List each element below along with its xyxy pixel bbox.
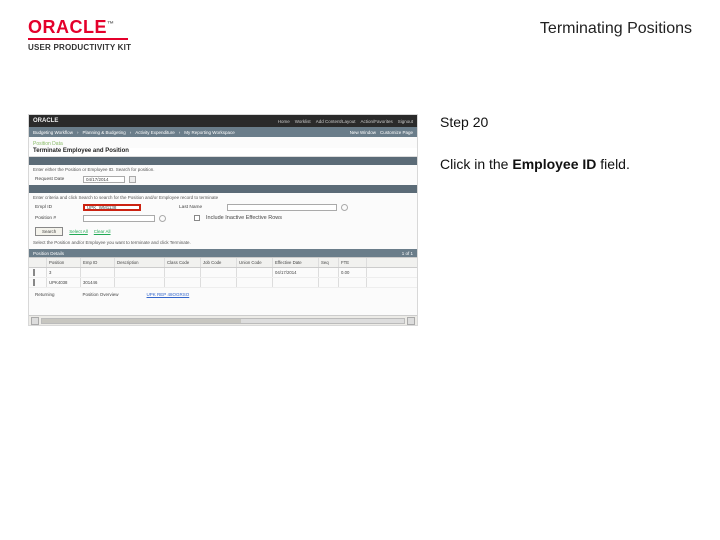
nav-customize[interactable]: Customize Page bbox=[380, 130, 413, 135]
position-overview-link[interactable]: UPK REP 48OGRSO bbox=[147, 292, 190, 297]
col-empid[interactable]: Emp ID bbox=[81, 258, 115, 267]
row1-union bbox=[237, 268, 273, 277]
col-effdate[interactable]: Effective Date bbox=[273, 258, 319, 267]
nav-item-3[interactable]: My Reporting Workspace bbox=[184, 130, 234, 135]
search-button[interactable]: Search bbox=[35, 227, 63, 236]
last-name-input[interactable] bbox=[227, 204, 337, 211]
app-top-tools: Home Worklist Add Content/Layout Action/… bbox=[278, 119, 413, 124]
row1-effdate: 04/17/2014 bbox=[273, 268, 319, 277]
app-brand: ORACLE bbox=[33, 118, 58, 124]
instruction-text: Click in the Employee ID field. bbox=[440, 156, 692, 172]
position-details-label: Position Details bbox=[33, 251, 64, 256]
emp-id-label: Empl ID bbox=[35, 205, 79, 210]
employee-id-input[interactable]: UPK_WM1138 bbox=[83, 204, 141, 211]
col-check bbox=[29, 258, 47, 267]
row2-fte bbox=[339, 278, 367, 287]
nav-item-0[interactable]: Budgeting Workflow bbox=[33, 130, 73, 135]
col-jobcode[interactable]: Job Code bbox=[201, 258, 237, 267]
grid-row-1[interactable]: 3 04/17/2014 0.00 bbox=[29, 268, 417, 278]
col-class[interactable]: Class Code bbox=[165, 258, 201, 267]
row1-fte: 0.00 bbox=[339, 268, 367, 277]
row1-class bbox=[165, 268, 201, 277]
help-text: Select the Position and/or Employee you … bbox=[29, 238, 417, 247]
row2-checkbox[interactable] bbox=[33, 279, 35, 286]
row1-empid bbox=[81, 268, 115, 277]
col-position[interactable]: Position bbox=[47, 258, 81, 267]
row1-desc bbox=[115, 268, 165, 277]
tool-signout[interactable]: Signout bbox=[398, 119, 413, 124]
app-screenshot: ORACLE Home Worklist Add Content/Layout … bbox=[28, 114, 418, 326]
position-overview-label: Position Overview bbox=[83, 292, 119, 297]
row1-checkbox[interactable] bbox=[33, 269, 35, 276]
position-details-bar: Position Details 1 of 1 bbox=[29, 249, 417, 257]
include-inactive-label: Include Inactive Effective Rows bbox=[206, 215, 282, 221]
tool-worklist[interactable]: Worklist bbox=[295, 119, 311, 124]
include-inactive-checkbox[interactable] bbox=[194, 215, 200, 221]
oracle-underline bbox=[28, 38, 128, 40]
grid-row-2[interactable]: UPK4038 301446 bbox=[29, 278, 417, 288]
document-title: Terminating Positions bbox=[540, 18, 692, 38]
note-text: Enter either the Position or Employee ID… bbox=[29, 165, 417, 174]
col-desc[interactable]: Description bbox=[115, 258, 165, 267]
step-label: Step 20 bbox=[440, 114, 692, 130]
row1-position: 3 bbox=[47, 268, 81, 277]
row2-desc bbox=[115, 278, 165, 287]
nav-item-2[interactable]: Activity Expenditure bbox=[135, 130, 175, 135]
clear-all-link[interactable]: Clear All bbox=[94, 229, 111, 234]
run-date-label: Request Date bbox=[35, 177, 79, 182]
row2-empid: 301446 bbox=[81, 278, 115, 287]
summary-row: Returning Position Overview UPK REP 48OG… bbox=[29, 288, 417, 301]
scroll-right-icon[interactable] bbox=[407, 317, 415, 325]
nav-new-window[interactable]: New Window bbox=[350, 130, 376, 135]
oracle-logo: ORACLE™ USER PRODUCTIVITY KIT bbox=[28, 18, 131, 52]
col-fte[interactable]: FTE bbox=[339, 258, 367, 267]
tool-add-content[interactable]: Add Content/Layout bbox=[316, 119, 356, 124]
oracle-wordmark: ORACLE™ bbox=[28, 18, 131, 36]
instruction-column: Step 20 Click in the Employee ID field. bbox=[440, 114, 692, 326]
grid-header: Position Emp ID Description Class Code J… bbox=[29, 257, 417, 268]
section-subbar bbox=[29, 157, 417, 165]
position-input[interactable] bbox=[83, 215, 155, 222]
tool-home[interactable]: Home bbox=[278, 119, 290, 124]
run-date-input[interactable]: 04/17/2014 bbox=[83, 176, 125, 183]
screenshot-panel: ORACLE Home Worklist Add Content/Layout … bbox=[28, 114, 418, 326]
app-nav-bar: Budgeting Workflow › Planning & Budgetin… bbox=[29, 127, 417, 137]
row2-position: UPK4038 bbox=[47, 278, 81, 287]
tool-favorites[interactable]: Action/Favorites bbox=[360, 119, 392, 124]
last-name-label: Last Name bbox=[179, 205, 223, 210]
criteria-hint: Enter criteria and click Search to searc… bbox=[29, 193, 417, 202]
instruction-field-name: Employee ID bbox=[512, 156, 596, 172]
horizontal-scrollbar[interactable] bbox=[29, 315, 417, 325]
search-icon-2[interactable] bbox=[159, 215, 166, 222]
scroll-left-icon[interactable] bbox=[31, 317, 39, 325]
row2-effdate bbox=[273, 278, 319, 287]
scroll-thumb[interactable] bbox=[41, 318, 405, 324]
trademark-symbol: ™ bbox=[107, 21, 115, 28]
calendar-icon[interactable] bbox=[129, 176, 136, 183]
row1-seq bbox=[319, 268, 339, 277]
criteria-subbar bbox=[29, 185, 417, 193]
row1-jobcode bbox=[201, 268, 237, 277]
app-titlebar: ORACLE Home Worklist Add Content/Layout … bbox=[29, 115, 417, 127]
row2-seq bbox=[319, 278, 339, 287]
page-title: Terminate Employee and Position bbox=[29, 148, 417, 157]
returning-label: Returning bbox=[35, 292, 55, 297]
position-label: Position # bbox=[35, 216, 79, 221]
upk-subtitle: USER PRODUCTIVITY KIT bbox=[28, 43, 131, 52]
select-all-link[interactable]: Select All bbox=[69, 229, 88, 234]
row2-class bbox=[165, 278, 201, 287]
section-label: Position Data bbox=[33, 141, 413, 147]
instruction-after: field. bbox=[596, 156, 629, 172]
col-seq[interactable]: Seq bbox=[319, 258, 339, 267]
oracle-word-text: ORACLE bbox=[28, 17, 107, 37]
search-icon[interactable] bbox=[341, 204, 348, 211]
nav-item-1[interactable]: Planning & Budgeting bbox=[82, 130, 125, 135]
row2-union bbox=[237, 278, 273, 287]
col-union[interactable]: Union Code bbox=[237, 258, 273, 267]
pager-text: 1 of 1 bbox=[402, 251, 413, 256]
instruction-before: Click in the bbox=[440, 156, 512, 172]
row2-jobcode bbox=[201, 278, 237, 287]
